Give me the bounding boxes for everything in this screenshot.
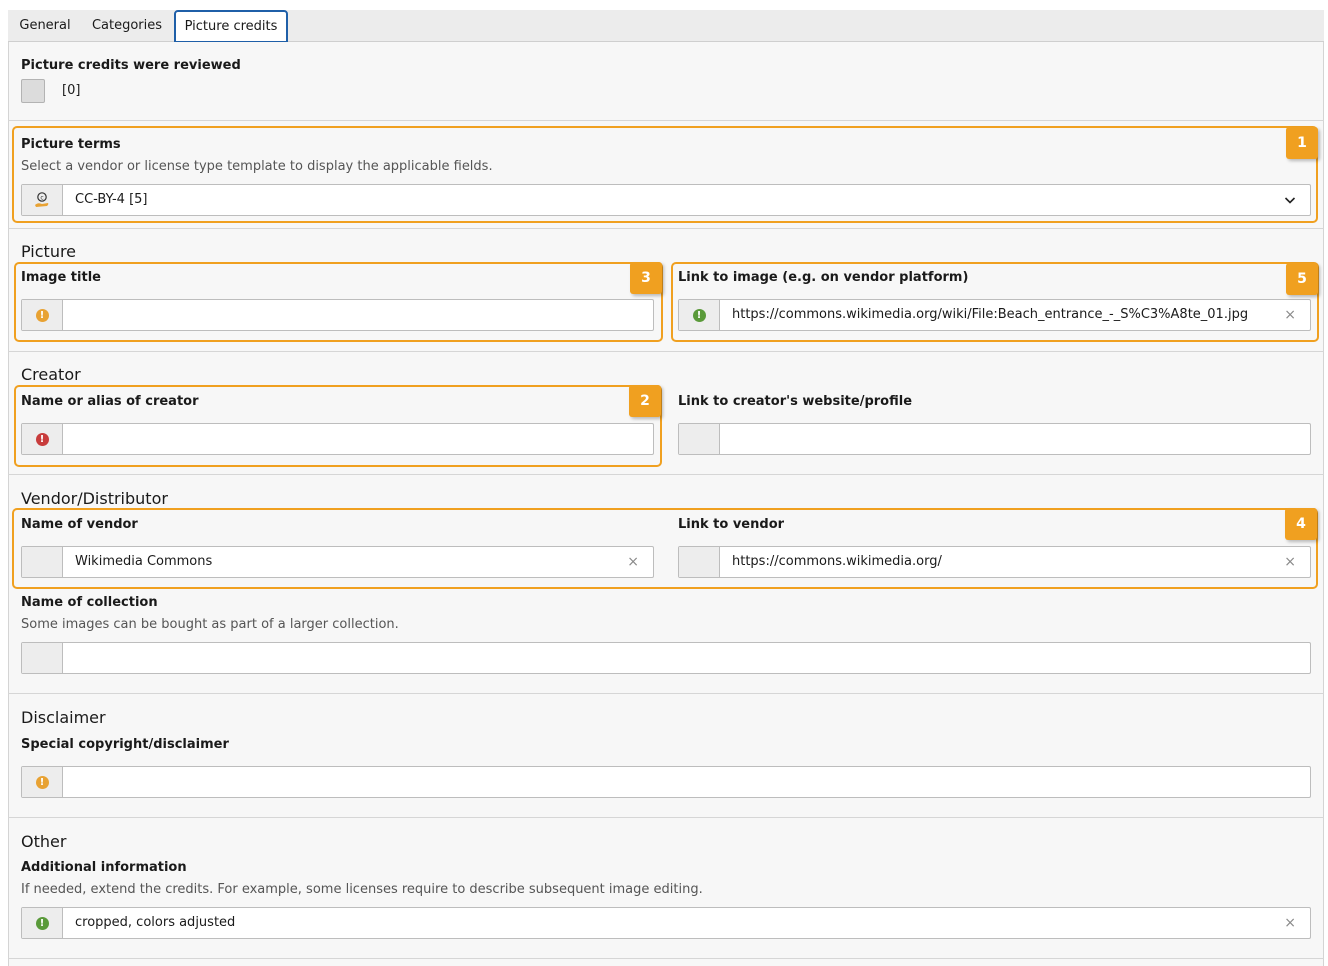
tab-picture-credits[interactable]: Picture credits [174,10,288,43]
picture-terms-description: Select a vendor or license type template… [21,159,493,174]
picture-terms-selected: CC-BY-4 [5] [75,192,148,207]
badge-5: 5 [1286,263,1318,295]
vendor-name-label: Name of vendor [21,517,138,532]
divider [8,693,1324,694]
badge-1: 1 [1286,127,1318,159]
section-other-title: Other [21,832,67,851]
error-icon: ! [35,432,49,446]
badge-3: 3 [630,262,662,294]
chevron-down-icon [1284,197,1296,204]
creator-name-field[interactable]: ! [21,423,654,455]
tab-categories[interactable]: Categories [86,10,168,42]
divider [8,817,1324,818]
tab-bar: General Categories Picture credits [8,10,1324,43]
creator-name-label: Name or alias of creator [21,394,199,409]
section-creator-title: Creator [21,365,81,384]
vendor-link-label: Link to vendor [678,517,785,532]
disclaimer-field[interactable]: ! [21,766,1311,798]
section-vendor-title: Vendor/Distributor [21,489,168,508]
additional-info-value: cropped, colors adjusted [75,915,236,930]
cc-license-icon: c [22,185,63,215]
clear-icon[interactable]: × [1284,547,1296,577]
clear-icon[interactable]: × [1284,908,1296,938]
vendor-name-field[interactable]: Wikimedia Commons × [21,546,654,578]
badge-4: 4 [1285,508,1317,540]
ok-icon: ! [692,308,706,322]
additional-info-field[interactable]: ! cropped, colors adjusted × [21,907,1311,939]
divider [8,120,1324,121]
image-title-field[interactable]: ! [21,299,654,331]
form-panel [8,42,1324,966]
picture-terms-select[interactable]: c CC-BY-4 [5] [21,184,1311,216]
image-title-label: Image title [21,270,101,285]
section-picture-title: Picture [21,242,77,261]
reviewed-label: Picture credits were reviewed [21,58,241,73]
disclaimer-label: Special copyright/disclaimer [21,737,229,752]
section-disclaimer-title: Disclaimer [21,708,106,727]
creator-link-label: Link to creator's website/profile [678,394,913,409]
divider [8,474,1324,475]
additional-info-description: If needed, extend the credits. For examp… [21,882,703,897]
collection-description: Some images can be bought as part of a l… [21,617,399,632]
creator-link-field[interactable] [678,423,1311,455]
divider [8,351,1324,352]
reviewed-checkbox[interactable] [21,79,45,103]
image-link-value: https://commons.wikimedia.org/wiki/File:… [732,307,1249,322]
collection-label: Name of collection [21,595,158,610]
warning-icon: ! [35,308,49,322]
additional-info-label: Additional information [21,860,187,875]
warning-icon: ! [35,775,49,789]
vendor-name-value: Wikimedia Commons [75,554,213,569]
ok-icon: ! [35,916,49,930]
image-link-field[interactable]: ! https://commons.wikimedia.org/wiki/Fil… [678,299,1311,331]
reviewed-value: [0] [62,83,81,98]
clear-icon[interactable]: × [1284,300,1296,330]
collection-field[interactable] [21,642,1311,674]
picture-terms-label: Picture terms [21,137,121,152]
tab-general[interactable]: General [8,10,82,42]
divider [8,958,1324,959]
svg-text:c: c [40,194,43,201]
badge-2: 2 [629,385,661,417]
vendor-link-field[interactable]: https://commons.wikimedia.org/ × [678,546,1311,578]
clear-icon[interactable]: × [627,547,639,577]
image-link-label: Link to image (e.g. on vendor platform) [678,270,969,285]
divider [8,228,1324,229]
vendor-link-value: https://commons.wikimedia.org/ [732,554,942,569]
